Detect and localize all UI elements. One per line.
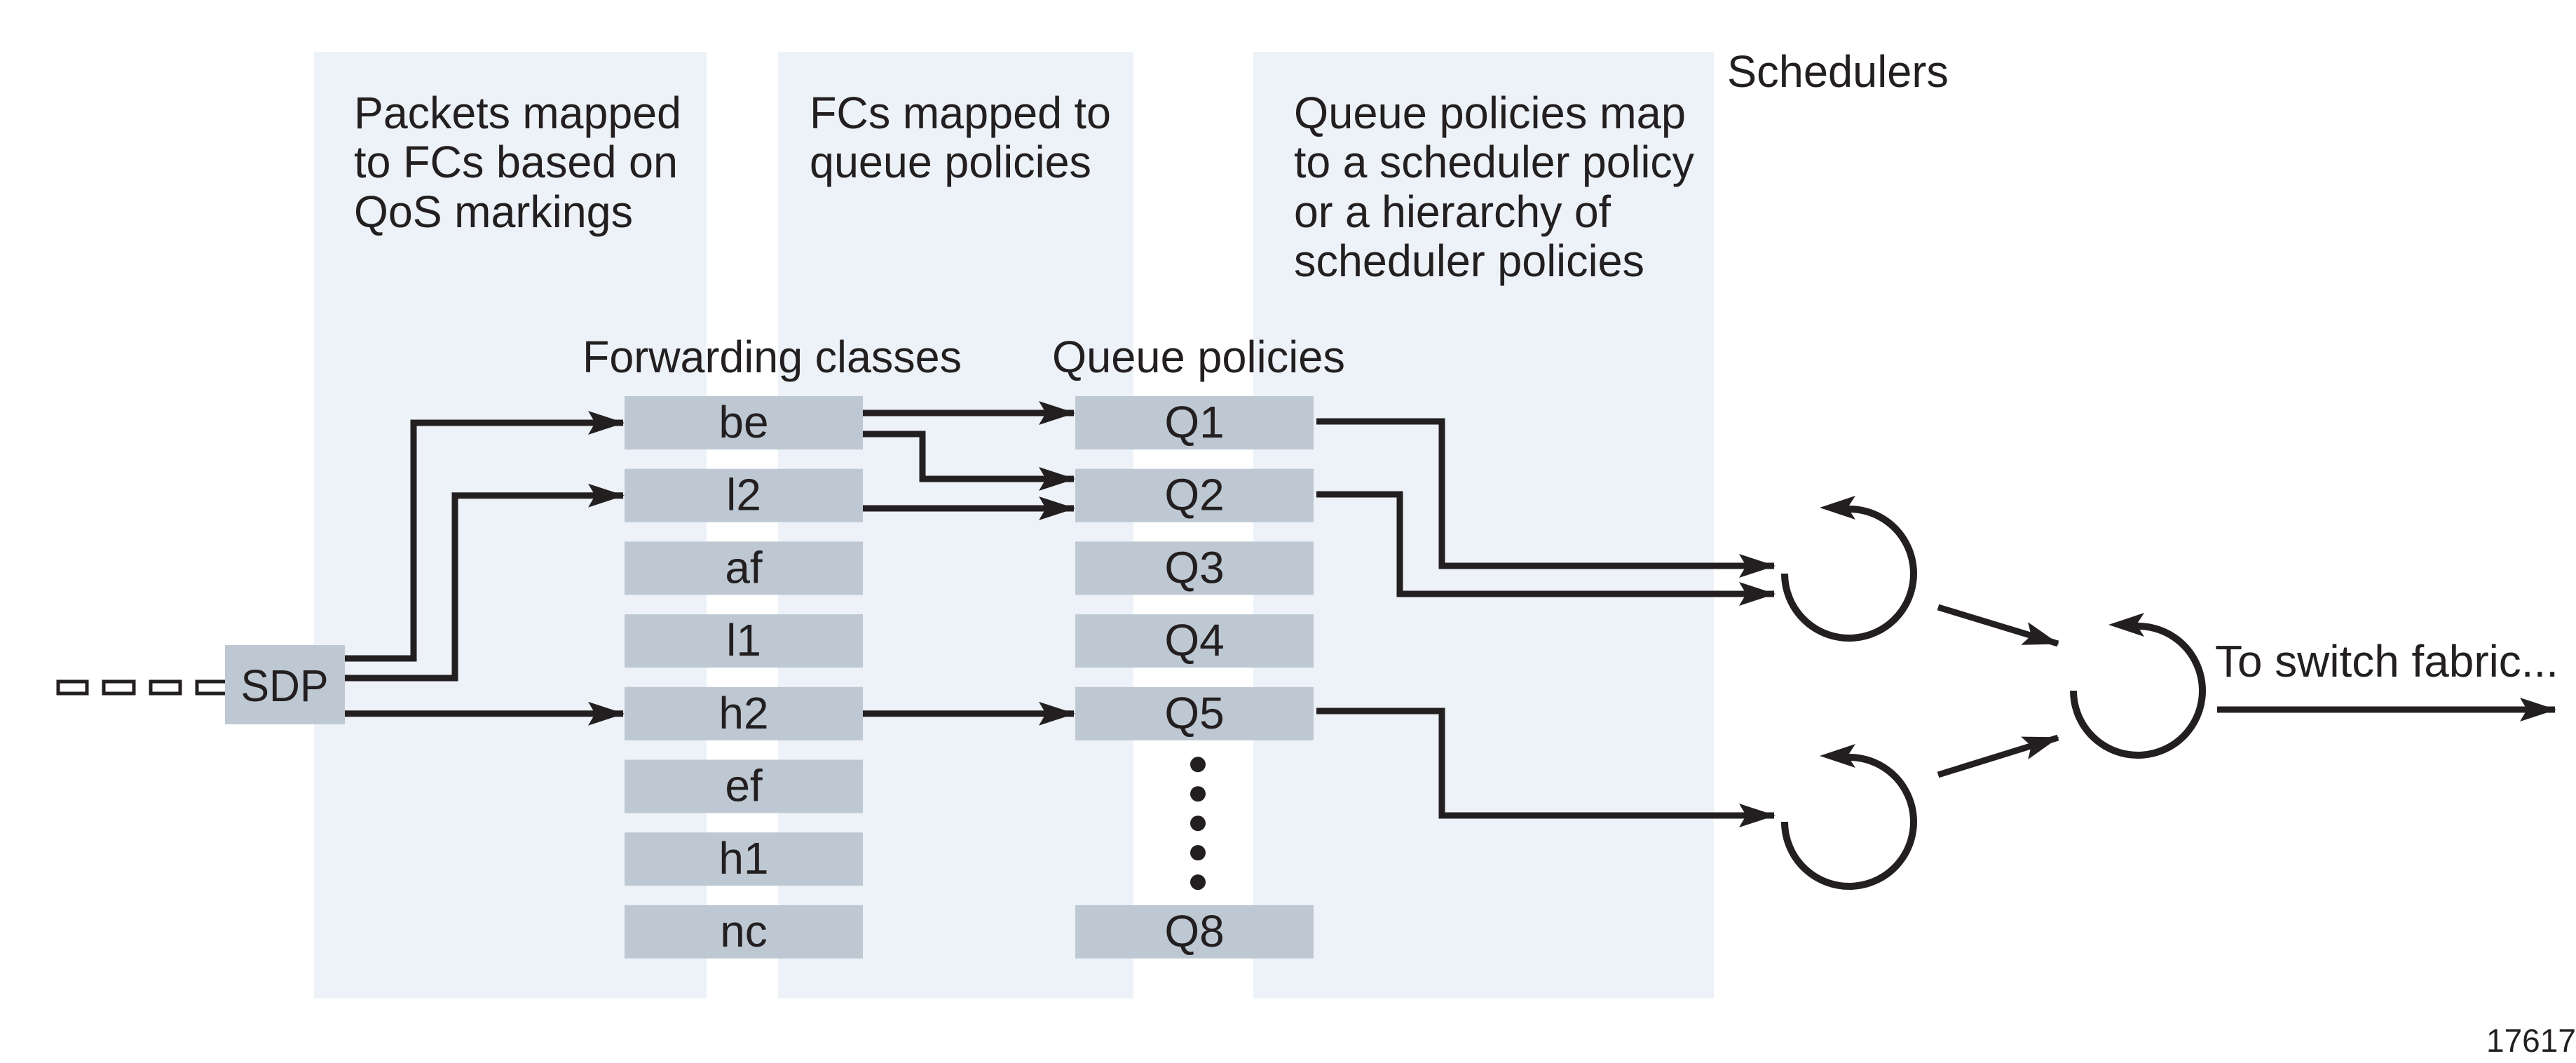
fc-h1[interactable]: h1 bbox=[625, 832, 863, 886]
queue-q4[interactable]: Q4 bbox=[1075, 614, 1314, 668]
incoming-link-dashed bbox=[56, 679, 225, 696]
scheduler-sched-root[interactable] bbox=[2070, 613, 2206, 759]
heading-line: Queue policies map bbox=[1294, 88, 1686, 138]
heading-line: or a hierarchy of bbox=[1294, 187, 1611, 237]
arrow-sched-2-to-sched-root bbox=[1937, 734, 2059, 778]
queue-q3[interactable]: Q3 bbox=[1075, 541, 1314, 595]
scheduler-loop-icon bbox=[1781, 754, 1917, 890]
fc-l1[interactable]: l1 bbox=[625, 614, 863, 668]
fc-nc[interactable]: nc bbox=[625, 905, 863, 959]
fc-af[interactable]: af bbox=[625, 541, 863, 595]
link-dash bbox=[149, 679, 182, 696]
queue-ellipsis bbox=[1190, 757, 1206, 891]
sdp-node[interactable]: SDP bbox=[225, 645, 345, 724]
schedulers-label: Schedulers bbox=[1727, 46, 1949, 97]
fc-label: h2 bbox=[718, 688, 768, 738]
link-dash bbox=[102, 679, 136, 696]
scheduler-loop-icon bbox=[2070, 623, 2206, 759]
ellipsis-dot bbox=[1190, 874, 1206, 891]
fc-label: af bbox=[725, 542, 763, 593]
ellipsis-dot bbox=[1190, 786, 1206, 802]
queue-label: Q4 bbox=[1164, 615, 1224, 665]
figure-id: 17617 bbox=[2486, 1022, 2576, 1059]
heading-line: scheduler policies bbox=[1294, 236, 1644, 286]
qos-ingress-diagram: Packets mapped to FCs based on QoS marki… bbox=[56, 46, 2576, 1059]
scheduler-sched-1[interactable] bbox=[1781, 496, 1917, 642]
link-dash bbox=[195, 679, 225, 696]
queue-label: Q8 bbox=[1164, 906, 1224, 956]
queue-q2[interactable]: Q2 bbox=[1075, 468, 1314, 522]
fc-label: ef bbox=[725, 761, 763, 811]
fc-label: be bbox=[718, 397, 768, 447]
schedulers bbox=[1781, 496, 2206, 890]
link-dash bbox=[56, 679, 89, 696]
output-label: To switch fabric... bbox=[2215, 636, 2558, 686]
scheduler-loop-icon bbox=[1781, 506, 1917, 642]
queue-policies-label: Queue policies bbox=[1052, 332, 1345, 382]
fc-h2[interactable]: h2 bbox=[625, 686, 863, 740]
scheduler-sched-2[interactable] bbox=[1781, 744, 1917, 890]
fc-label: l2 bbox=[726, 470, 761, 520]
fc-label: l1 bbox=[726, 615, 761, 665]
queue-label: Q2 bbox=[1164, 470, 1224, 520]
fc-label: h1 bbox=[718, 833, 768, 883]
heading-line: to a scheduler policy bbox=[1294, 137, 1694, 187]
heading-line: to FCs based on bbox=[354, 137, 678, 187]
queue-label: Q3 bbox=[1164, 542, 1224, 593]
queue-q5[interactable]: Q5 bbox=[1075, 686, 1314, 740]
fc-label: nc bbox=[720, 906, 768, 956]
heading-line: queue policies bbox=[810, 137, 1091, 187]
queue-label: Q5 bbox=[1164, 688, 1224, 738]
forwarding-classes-label: Forwarding classes bbox=[582, 332, 962, 382]
fc-be[interactable]: be bbox=[625, 396, 863, 449]
queue-q8[interactable]: Q8 bbox=[1075, 905, 1314, 959]
queue-q1[interactable]: Q1 bbox=[1075, 396, 1314, 449]
ellipsis-dot bbox=[1190, 757, 1206, 773]
arrow-sched-1-to-sched-root bbox=[1937, 604, 2059, 647]
fc-ef[interactable]: ef bbox=[625, 759, 863, 813]
column-heading-fcs-to-queues: FCs mapped to queue policies bbox=[810, 88, 1124, 187]
heading-line: FCs mapped to bbox=[810, 88, 1111, 138]
fc-l2[interactable]: l2 bbox=[625, 468, 863, 522]
heading-line: QoS markings bbox=[354, 187, 633, 237]
ellipsis-dot bbox=[1190, 845, 1206, 861]
queue-label: Q1 bbox=[1164, 397, 1224, 447]
ellipsis-dot bbox=[1190, 815, 1206, 832]
sdp-label: SDP bbox=[241, 661, 329, 711]
heading-line: Packets mapped bbox=[354, 88, 681, 138]
